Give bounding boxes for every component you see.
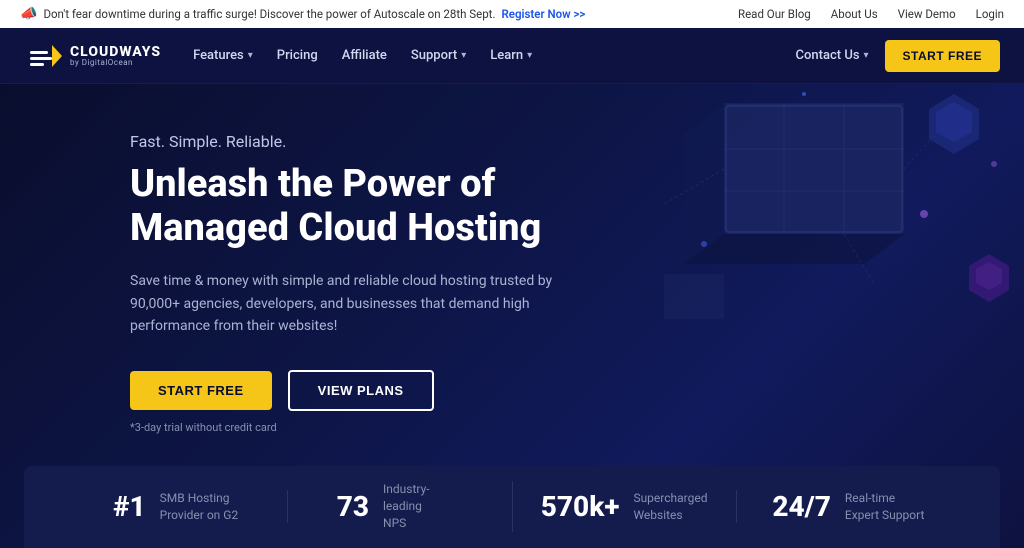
announcement-left: 📣 Don't fear downtime during a traffic s… bbox=[20, 6, 585, 22]
view-plans-button[interactable]: VIEW PLANS bbox=[288, 370, 434, 411]
start-free-hero-button[interactable]: START FREE bbox=[130, 371, 272, 410]
hero-subtitle: Fast. Simple. Reliable. bbox=[130, 132, 560, 151]
navbar: CLOUDWAYS by DigitalOcean Features ▾ Pri… bbox=[0, 28, 1024, 84]
announcement-icon: 📣 bbox=[20, 6, 37, 22]
logo-name: CLOUDWAYS bbox=[70, 45, 161, 59]
stat-websites: 570k+ SuperchargedWebsites bbox=[513, 490, 737, 524]
nav-affiliate[interactable]: Affiliate bbox=[342, 48, 387, 63]
features-chevron-icon: ▾ bbox=[248, 50, 253, 61]
learn-chevron-icon: ▾ bbox=[527, 50, 532, 61]
contact-us-label: Contact Us bbox=[796, 48, 860, 63]
stats-bar: #1 SMB HostingProvider on G2 73 Industry… bbox=[24, 466, 1000, 548]
announcement-right: Read Our Blog About Us View Demo Login bbox=[738, 7, 1004, 21]
navbar-right: Contact Us ▾ START FREE bbox=[796, 40, 1000, 72]
start-free-nav-button[interactable]: START FREE bbox=[885, 40, 1000, 72]
hero-graphic bbox=[660, 112, 1000, 372]
logo-sub: by DigitalOcean bbox=[70, 59, 161, 67]
stat-number-4: 24/7 bbox=[772, 490, 831, 523]
contact-us-nav[interactable]: Contact Us ▾ bbox=[796, 48, 869, 63]
trial-note: *3-day trial without credit card bbox=[130, 421, 560, 434]
read-blog-link[interactable]: Read Our Blog bbox=[738, 7, 811, 21]
hero-buttons: START FREE VIEW PLANS bbox=[130, 370, 560, 411]
hero-description: Save time & money with simple and reliab… bbox=[130, 270, 560, 337]
stat-desc-4: Real-timeExpert Support bbox=[845, 490, 924, 524]
stat-number-3: 570k+ bbox=[541, 490, 620, 523]
nav-features[interactable]: Features ▾ bbox=[193, 48, 253, 63]
logo-icon bbox=[24, 37, 62, 75]
hero-title: Unleash the Power ofManaged Cloud Hostin… bbox=[130, 163, 560, 250]
stat-desc-2: Industry-leadingNPS bbox=[383, 481, 463, 531]
stat-desc-3: SuperchargedWebsites bbox=[633, 490, 707, 524]
announcement-text: Don't fear downtime during a traffic sur… bbox=[43, 7, 495, 21]
logo[interactable]: CLOUDWAYS by DigitalOcean bbox=[24, 37, 161, 75]
about-us-link[interactable]: About Us bbox=[831, 7, 878, 21]
nav-links: Features ▾ Pricing Affiliate Support ▾ L… bbox=[193, 48, 532, 63]
stat-support: 24/7 Real-timeExpert Support bbox=[737, 490, 960, 524]
hero-text: Fast. Simple. Reliable. Unleash the Powe… bbox=[130, 132, 560, 434]
hero-content: Fast. Simple. Reliable. Unleash the Powe… bbox=[0, 84, 1024, 466]
nav-support[interactable]: Support ▾ bbox=[411, 48, 466, 63]
announcement-bar: 📣 Don't fear downtime during a traffic s… bbox=[0, 0, 1024, 28]
nav-learn[interactable]: Learn ▾ bbox=[490, 48, 532, 63]
view-demo-link[interactable]: View Demo bbox=[898, 7, 956, 21]
navbar-left: CLOUDWAYS by DigitalOcean Features ▾ Pri… bbox=[24, 37, 532, 75]
stat-number-2: 73 bbox=[337, 490, 369, 523]
stat-nps: 73 Industry-leadingNPS bbox=[288, 481, 512, 531]
stat-smb: #1 SMB HostingProvider on G2 bbox=[64, 490, 288, 524]
contact-chevron-icon: ▾ bbox=[864, 50, 869, 61]
login-link[interactable]: Login bbox=[976, 7, 1004, 21]
stat-desc-1: SMB HostingProvider on G2 bbox=[160, 490, 239, 524]
logo-text: CLOUDWAYS by DigitalOcean bbox=[70, 45, 161, 67]
stat-number-1: #1 bbox=[113, 490, 146, 523]
hero-section: Fast. Simple. Reliable. Unleash the Powe… bbox=[0, 84, 1024, 548]
register-now-link[interactable]: Register Now >> bbox=[501, 7, 585, 21]
nav-pricing[interactable]: Pricing bbox=[277, 48, 318, 63]
support-chevron-icon: ▾ bbox=[461, 50, 466, 61]
